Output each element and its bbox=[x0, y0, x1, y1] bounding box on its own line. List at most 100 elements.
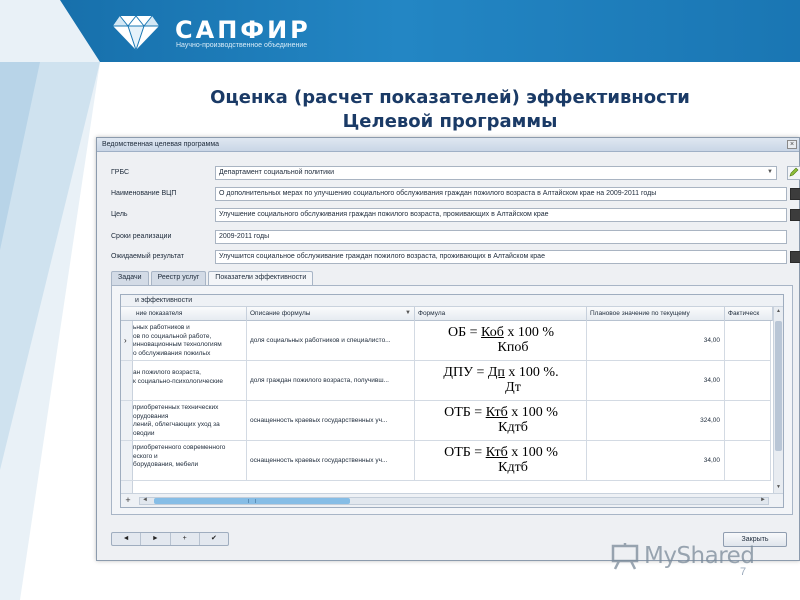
formula-multiplier: х 100 % bbox=[507, 445, 558, 460]
page-number: 7 bbox=[740, 566, 747, 578]
column-header-formula[interactable]: Формула bbox=[415, 307, 587, 321]
formula-denominator: Кдтб bbox=[498, 460, 528, 475]
cell-name: ан пожилого возраста, к социально-психол… bbox=[133, 361, 247, 401]
table-row[interactable]: › ьных работников и ов по социальной раб… bbox=[121, 321, 771, 361]
formula: ОТБ = Ктб х 100 % Кдтб bbox=[415, 405, 586, 435]
formula-lhs: ОБ = bbox=[448, 325, 482, 340]
cell-plan-value: 34,00 bbox=[587, 321, 725, 361]
grbs-select[interactable]: Департамент социальной политики bbox=[215, 166, 777, 180]
cell-name-line: ьных работников и bbox=[133, 324, 190, 331]
cell-name-line: инновационным технологиям bbox=[133, 341, 222, 348]
vertical-scrollbar[interactable]: ▲ ▼ bbox=[773, 307, 783, 493]
period-field[interactable]: 2009-2011 годы bbox=[215, 230, 787, 244]
current-row-icon: › bbox=[124, 336, 127, 345]
nav-add-button[interactable]: + bbox=[171, 533, 200, 545]
cell-plan-value: 34,00 bbox=[587, 441, 725, 481]
column-header-label: Описание формулы bbox=[250, 310, 311, 317]
record-navigator: ◄ ► + ✔ bbox=[111, 532, 229, 546]
cell-description: оснащенность краевых государственных уч.… bbox=[247, 401, 415, 441]
field-lookup-button[interactable] bbox=[790, 209, 800, 221]
table-row[interactable]: приобретенных технических орудования лен… bbox=[121, 401, 771, 441]
cell-formula: ОБ = Коб х 100 % Кпоб bbox=[415, 321, 587, 361]
scroll-down-icon[interactable]: ▼ bbox=[775, 484, 782, 492]
slide-title: Оценка (расчет показателей) эффективност… bbox=[140, 86, 760, 134]
scroll-up-icon[interactable]: ▲ bbox=[775, 308, 782, 316]
nav-next-button[interactable]: ► bbox=[141, 533, 171, 545]
formula: ОТБ = Ктб х 100 % Кдтб bbox=[415, 445, 586, 475]
slide-title-line1: Оценка (расчет показателей) эффективност… bbox=[210, 87, 690, 108]
horizontal-scroll-thumb[interactable] bbox=[154, 498, 350, 504]
cell-name-line: ан пожилого возраста, bbox=[133, 369, 201, 376]
formula-lhs: ОТБ = bbox=[444, 445, 486, 460]
diamond-logo-icon bbox=[113, 15, 159, 52]
cell-name-line: ов по социальной работе, bbox=[133, 332, 212, 340]
column-header-description[interactable]: Описание формулы ▼ bbox=[247, 307, 415, 321]
field-label: Цель bbox=[111, 211, 128, 218]
window-close-icon[interactable]: × bbox=[787, 140, 797, 149]
cell-description: доля граждан пожилого возраста, получивш… bbox=[247, 361, 415, 401]
grid-footer: + ◄ ► bbox=[121, 493, 783, 507]
tab-panel: и эффективности ние показателя Описание … bbox=[111, 285, 793, 515]
scroll-right-icon[interactable]: ► bbox=[760, 497, 766, 503]
column-header-plan[interactable]: Плановое значение по текущему bbox=[587, 307, 725, 321]
column-header-fact[interactable]: Фактическ bbox=[725, 307, 773, 321]
cell-description: доля социальных работников и специалисто… bbox=[247, 321, 415, 361]
tab-efficiency-indicators[interactable]: Показатели эффективности bbox=[208, 271, 314, 286]
cell-name-line: орудования bbox=[133, 412, 169, 420]
field-label: Ожидаемый результат bbox=[111, 253, 184, 260]
field-lookup-button[interactable] bbox=[790, 188, 800, 200]
field-label: Наименование ВЦП bbox=[111, 190, 177, 197]
field-lookup-button[interactable] bbox=[790, 251, 800, 263]
formula-denominator: Кпоб bbox=[497, 340, 529, 355]
cell-formula: ОТБ = Ктб х 100 % Кдтб bbox=[415, 401, 587, 441]
program-name-field[interactable]: О дополнительных мерах по улучшению соци… bbox=[215, 187, 787, 201]
brand-name: САПФИР bbox=[175, 16, 311, 44]
chevron-down-icon[interactable]: ▼ bbox=[767, 169, 773, 175]
cell-name-line: лений, облегчающих уход за bbox=[133, 421, 220, 428]
cell-name-line: оводии bbox=[133, 429, 155, 437]
brand-subtitle: Научно-производственное объединение bbox=[176, 42, 308, 49]
presentation-board-icon bbox=[611, 543, 639, 570]
nav-prev-button[interactable]: ◄ bbox=[112, 533, 142, 545]
tab-services-registry[interactable]: Реестр услуг bbox=[150, 271, 207, 285]
cell-fact-value bbox=[725, 441, 771, 481]
cell-name-line: о обслуживания пожилых bbox=[133, 349, 211, 357]
vertical-scroll-thumb[interactable] bbox=[775, 321, 782, 451]
cell-name-line: к социально-психологические bbox=[133, 377, 223, 385]
formula-denominator: Дт bbox=[505, 380, 521, 395]
formula-multiplier: х 100 %. bbox=[504, 365, 559, 380]
cell-name: приобретенных технических орудования лен… bbox=[133, 401, 247, 441]
add-row-button[interactable]: + bbox=[122, 495, 134, 506]
formula-multiplier: х 100 % bbox=[503, 325, 554, 340]
cell-name-line: приобретенного современного bbox=[133, 444, 226, 451]
table-row[interactable]: ан пожилого возраста, к социально-психол… bbox=[121, 361, 771, 401]
expected-result-field[interactable]: Улучшится социальное обслуживание гражда… bbox=[215, 250, 787, 264]
window-titlebar: Ведомственная целевая программа × bbox=[97, 138, 799, 152]
tab-tasks[interactable]: Задачи bbox=[111, 271, 149, 285]
formula-lhs: ОТБ = bbox=[444, 405, 486, 420]
cell-fact-value bbox=[725, 401, 771, 441]
formula: ОБ = Коб х 100 % Кпоб bbox=[415, 325, 586, 355]
formula-numerator: Ктб bbox=[485, 445, 508, 460]
cell-name-line: борудования, мебели bbox=[133, 461, 199, 468]
cell-name-line: приобретенных технических bbox=[133, 404, 219, 411]
scroll-left-icon[interactable]: ◄ bbox=[142, 497, 148, 503]
cell-name-line: еского и bbox=[133, 452, 158, 460]
decorative-wedge bbox=[0, 0, 100, 600]
goal-field[interactable]: Улучшение социального обслуживания гражд… bbox=[215, 208, 787, 222]
sort-down-icon: ▼ bbox=[405, 310, 411, 316]
table-row[interactable]: приобретенного современного еского и бор… bbox=[121, 441, 771, 481]
tab-strip: Задачи Реестр услуг Показатели эффективн… bbox=[111, 271, 314, 286]
cell-description: оснащенность краевых государственных уч.… bbox=[247, 441, 415, 481]
grip-icon bbox=[248, 499, 256, 503]
formula-numerator: Дп bbox=[487, 365, 505, 380]
slide-title-line2: Целевой программы bbox=[342, 111, 558, 132]
cell-fact-value bbox=[725, 321, 771, 361]
cell-plan-value: 324,00 bbox=[587, 401, 725, 441]
watermark-text: MyShared bbox=[644, 543, 755, 569]
pencil-icon[interactable] bbox=[787, 166, 800, 180]
nav-confirm-button[interactable]: ✔ bbox=[200, 533, 228, 545]
column-header-name[interactable]: ние показателя bbox=[133, 307, 247, 321]
formula-numerator: Ктб bbox=[485, 405, 508, 420]
horizontal-scrollbar[interactable]: ◄ ► bbox=[139, 497, 769, 505]
